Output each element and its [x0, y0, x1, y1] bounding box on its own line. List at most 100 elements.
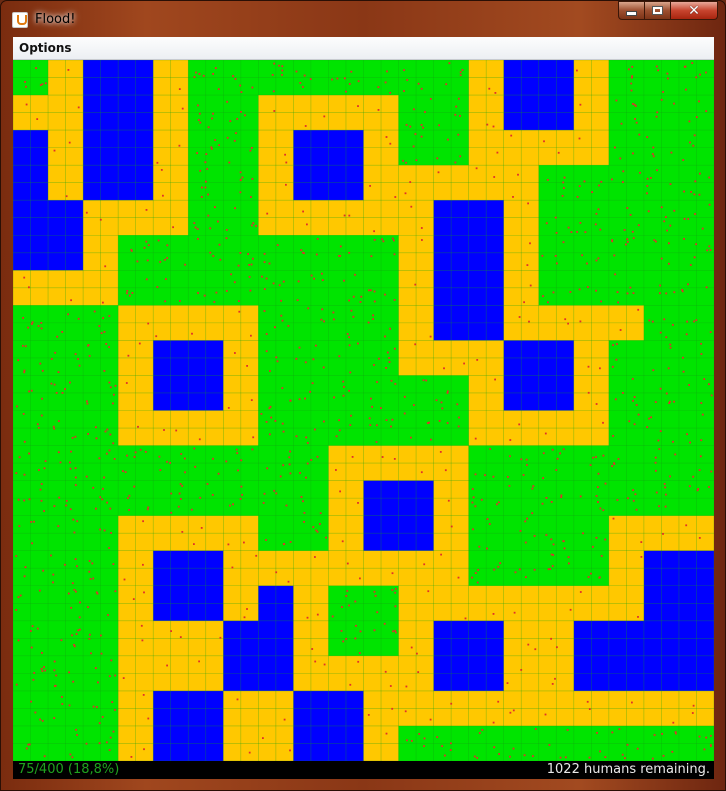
human-dot: [689, 141, 691, 144]
human-dot: [421, 239, 423, 241]
humans-remaining: 1022 humans remaining.: [546, 762, 710, 777]
human-dot: [76, 520, 79, 523]
human-dot: [50, 382, 53, 385]
human-dot: [484, 474, 486, 476]
human-dot: [218, 144, 220, 147]
human-dot: [693, 193, 696, 196]
human-dot: [600, 555, 603, 557]
human-dot: [620, 122, 623, 125]
human-dot: [100, 634, 102, 637]
close-button[interactable]: ✕: [671, 1, 718, 20]
human-dot: [298, 346, 301, 349]
human-dot: [103, 476, 105, 479]
human-dot: [630, 89, 633, 92]
human-dot: [311, 382, 314, 385]
human-dot: [699, 172, 701, 175]
human-dot: [617, 301, 619, 304]
human-dot: [104, 265, 107, 268]
maximize-button[interactable]: [645, 1, 671, 20]
human-dot: [578, 185, 581, 187]
human-dot: [211, 117, 213, 120]
human-dot: [659, 292, 661, 295]
human-dot: [239, 498, 242, 500]
human-dot: [77, 358, 79, 360]
human-dot: [325, 536, 327, 539]
human-dot: [563, 547, 566, 550]
human-dot: [217, 88, 220, 90]
human-dot: [708, 486, 710, 488]
human-dot: [391, 707, 394, 710]
human-dot: [227, 407, 230, 409]
human-dot: [128, 509, 130, 511]
human-dot: [69, 467, 72, 470]
human-dot: [662, 91, 664, 93]
human-dot: [36, 118, 39, 120]
human-dot: [448, 62, 451, 65]
human-dot: [550, 637, 552, 640]
human-dot: [273, 110, 276, 112]
human-dot: [146, 508, 149, 511]
human-dot: [30, 521, 33, 523]
human-dot: [599, 228, 602, 231]
human-dot: [527, 643, 530, 646]
human-dot: [322, 366, 325, 369]
human-dot: [41, 670, 44, 672]
human-dot: [73, 531, 76, 534]
human-dot: [316, 455, 319, 458]
human-dot: [544, 432, 547, 435]
human-dot: [552, 543, 555, 546]
human-dot: [705, 286, 708, 289]
human-dot: [496, 503, 498, 506]
human-dot: [98, 325, 101, 327]
human-dot: [156, 286, 159, 288]
human-dot: [239, 171, 242, 174]
human-dot: [179, 498, 182, 500]
human-dot: [92, 486, 95, 489]
human-dot: [17, 359, 20, 362]
human-dot: [618, 728, 621, 730]
human-dot: [207, 126, 210, 129]
human-dot: [632, 489, 634, 491]
minimize-button[interactable]: [618, 1, 645, 20]
human-dot: [210, 146, 213, 149]
human-dot: [597, 486, 599, 488]
menu-options[interactable]: Options: [19, 41, 72, 55]
human-dot: [652, 369, 655, 372]
human-dot: [53, 505, 56, 507]
human-dot: [683, 218, 686, 220]
human-dot: [255, 225, 258, 227]
game-board[interactable]: [13, 60, 714, 761]
human-dot: [700, 342, 702, 345]
human-dot: [24, 81, 26, 83]
human-dot: [673, 209, 676, 212]
human-dot: [693, 134, 696, 137]
human-dot: [70, 450, 72, 453]
human-dot: [299, 82, 302, 84]
human-dot: [110, 659, 113, 662]
human-dot: [79, 601, 81, 604]
human-dot: [241, 493, 243, 496]
human-dot: [38, 469, 40, 471]
human-dot: [195, 71, 197, 74]
human-dot: [236, 118, 239, 120]
human-dot: [576, 231, 578, 233]
human-dot: [285, 161, 288, 164]
human-dot: [15, 609, 18, 611]
human-dot: [699, 73, 701, 76]
human-dot: [146, 259, 149, 262]
title-bar[interactable]: Flood! ✕: [1, 1, 725, 37]
human-dot: [316, 613, 319, 616]
human-dot: [199, 121, 202, 124]
human-dot: [265, 277, 268, 280]
human-dot: [72, 680, 75, 683]
human-dot: [474, 437, 477, 440]
human-dot: [694, 213, 696, 215]
human-dot: [615, 99, 618, 102]
human-dot: [343, 214, 346, 217]
human-dot: [555, 232, 558, 234]
human-dot: [205, 180, 207, 183]
human-dot: [686, 320, 688, 323]
human-dot: [496, 151, 499, 154]
human-dot: [170, 630, 172, 632]
human-dot: [349, 683, 352, 686]
